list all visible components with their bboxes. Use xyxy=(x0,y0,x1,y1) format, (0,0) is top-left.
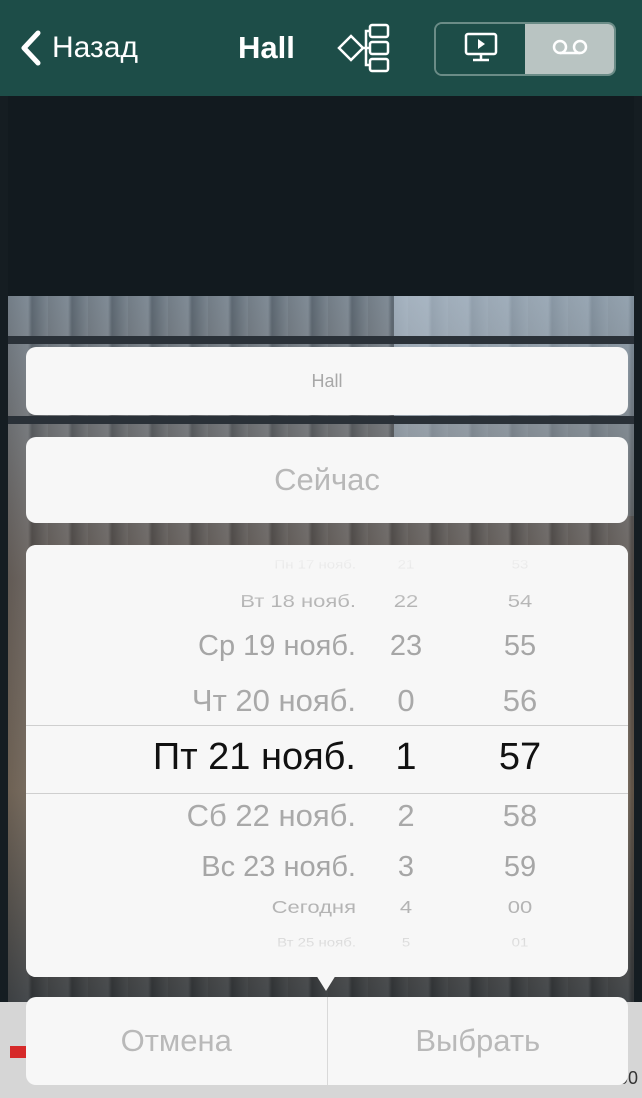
video-ceiling-beam xyxy=(8,416,634,424)
picker-minute-cell: 59 xyxy=(503,851,537,884)
picker-date-cell: Чт 20 нояб. xyxy=(191,682,356,718)
tape-icon xyxy=(550,37,590,62)
live-mode-button[interactable] xyxy=(436,24,525,74)
mode-switch xyxy=(434,22,616,76)
now-button[interactable]: Сейчас xyxy=(26,437,628,523)
picker-minute-cell: 01 xyxy=(511,935,529,950)
picker-hour-cell: 21 xyxy=(397,557,415,572)
chevron-left-icon xyxy=(20,30,42,66)
back-button[interactable]: Назад xyxy=(20,22,138,74)
action-bar: Отмена Выбрать xyxy=(26,997,628,1085)
video-letterbox xyxy=(8,96,634,296)
picker-minute-cell: 58 xyxy=(502,797,538,833)
page-title: Hall xyxy=(238,30,295,65)
picker-minute-cell: 00 xyxy=(507,897,533,918)
picker-pointer xyxy=(316,975,336,991)
picker-date-cell: Сб 22 нояб. xyxy=(186,797,356,833)
picker-minute-cell: 53 xyxy=(511,557,529,572)
picker-date-cell: Вс 23 нояб. xyxy=(201,851,356,884)
now-label: Сейчас xyxy=(274,462,380,497)
picker-date-cell: Ср 19 нояб. xyxy=(198,630,356,663)
back-label: Назад xyxy=(52,31,138,64)
picker-hour-cell: 5 xyxy=(401,935,411,950)
picker-hour-cell: 23 xyxy=(389,630,423,663)
camera-name-card: Hall xyxy=(26,347,628,415)
camera-name: Hall xyxy=(311,370,343,391)
cancel-button[interactable]: Отмена xyxy=(26,997,327,1085)
select-button[interactable]: Выбрать xyxy=(328,997,629,1085)
picker-hour-cell: 3 xyxy=(397,851,415,884)
picker-date-cell: Сегодня xyxy=(271,897,356,918)
picker-selection-top-line xyxy=(26,725,628,726)
picker-date-cell: Вт 25 нояб. xyxy=(277,935,356,950)
camera-tree-icon[interactable] xyxy=(336,22,392,79)
picker-minute-cell: 57 xyxy=(498,736,542,779)
video-ceiling-beam xyxy=(8,336,634,344)
archive-mode-button[interactable] xyxy=(525,24,614,74)
picker-selection-bottom-line xyxy=(26,793,628,794)
top-bar: Назад Hall xyxy=(0,0,642,96)
picker-hour-cell: 0 xyxy=(397,682,415,718)
picker-date-cell: Вт 18 нояб. xyxy=(240,591,356,612)
picker-minute-cell: 54 xyxy=(507,591,533,612)
picker-hour-cell: 22 xyxy=(393,591,419,612)
picker-minute-cell: 56 xyxy=(502,682,538,718)
monitor-icon xyxy=(463,31,499,68)
picker-date-cell: Пн 17 нояб. xyxy=(274,557,356,572)
picker-hour-cell: 2 xyxy=(397,797,415,833)
picker-hour-cell: 4 xyxy=(399,897,413,918)
picker-hour-cell: 1 xyxy=(395,736,417,779)
picker-minute-cell: 55 xyxy=(503,630,537,663)
date-time-picker[interactable]: Пн 17 нояб. 21 53 Вт 18 нояб. 22 54 Ср 19 нояб… xyxy=(26,545,628,977)
picker-date-cell: Пт 21 нояб. xyxy=(152,736,356,779)
